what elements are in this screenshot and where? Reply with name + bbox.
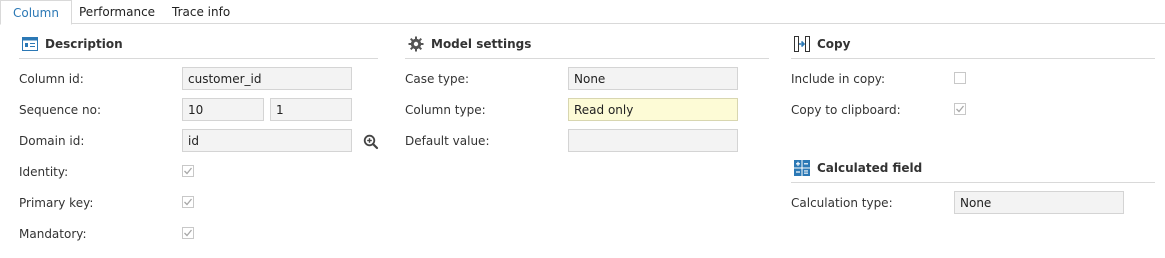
- sequence-no-sub-field[interactable]: 1: [270, 98, 352, 121]
- column-id-field[interactable]: customer_id: [182, 67, 352, 90]
- section-divider: [791, 58, 1155, 59]
- identity-label: Identity:: [19, 165, 69, 179]
- zoom-in-icon[interactable]: [363, 134, 379, 150]
- column-id-label: Column id:: [19, 72, 84, 86]
- tab-bar: Column Performance Trace info: [0, 0, 1165, 25]
- default-value-label: Default value:: [405, 134, 490, 148]
- calculation-type-label: Calculation type:: [791, 196, 893, 210]
- default-value-field[interactable]: [568, 129, 738, 152]
- sequence-no-field[interactable]: 10: [182, 98, 264, 121]
- section-divider: [405, 58, 769, 59]
- calculator-icon: [794, 160, 810, 176]
- tab-baseline: [0, 23, 1165, 24]
- calculated-field-title: Calculated field: [817, 161, 923, 175]
- id-card-icon: [22, 36, 38, 52]
- tab-performance[interactable]: Performance: [67, 0, 167, 23]
- sequence-no-label: Sequence no:: [19, 103, 101, 117]
- section-divider: [791, 182, 1155, 183]
- primary-key-label: Primary key:: [19, 196, 94, 210]
- description-title: Description: [45, 37, 123, 51]
- identity-checkbox[interactable]: [182, 165, 194, 177]
- copy-to-clipboard-checkbox[interactable]: [954, 103, 966, 115]
- primary-key-checkbox[interactable]: [182, 196, 194, 208]
- gear-icon: [408, 36, 424, 52]
- domain-id-field[interactable]: id: [182, 129, 352, 152]
- copy-section-header: Copy: [791, 35, 1155, 59]
- include-in-copy-label: Include in copy:: [791, 72, 886, 86]
- case-type-label: Case type:: [405, 72, 470, 86]
- model-settings-section-header: Model settings: [405, 35, 769, 59]
- tab-trace-info[interactable]: Trace info: [160, 0, 242, 23]
- copy-title: Copy: [817, 37, 851, 51]
- column-type-label: Column type:: [405, 103, 486, 117]
- section-divider: [19, 58, 378, 59]
- domain-id-label: Domain id:: [19, 134, 85, 148]
- model-settings-title: Model settings: [431, 37, 532, 51]
- include-in-copy-checkbox[interactable]: [954, 72, 966, 84]
- calculation-type-field[interactable]: None: [954, 191, 1124, 214]
- mandatory-label: Mandatory:: [19, 227, 87, 241]
- description-section-header: Description: [19, 35, 378, 59]
- column-type-field[interactable]: Read only: [568, 98, 738, 121]
- calculated-field-section-header: Calculated field: [791, 159, 1155, 183]
- copy-arrow-icon: [794, 36, 810, 52]
- case-type-field[interactable]: None: [568, 67, 738, 90]
- mandatory-checkbox[interactable]: [182, 227, 194, 239]
- tab-column[interactable]: Column: [0, 0, 72, 25]
- copy-to-clipboard-label: Copy to clipboard:: [791, 103, 901, 117]
